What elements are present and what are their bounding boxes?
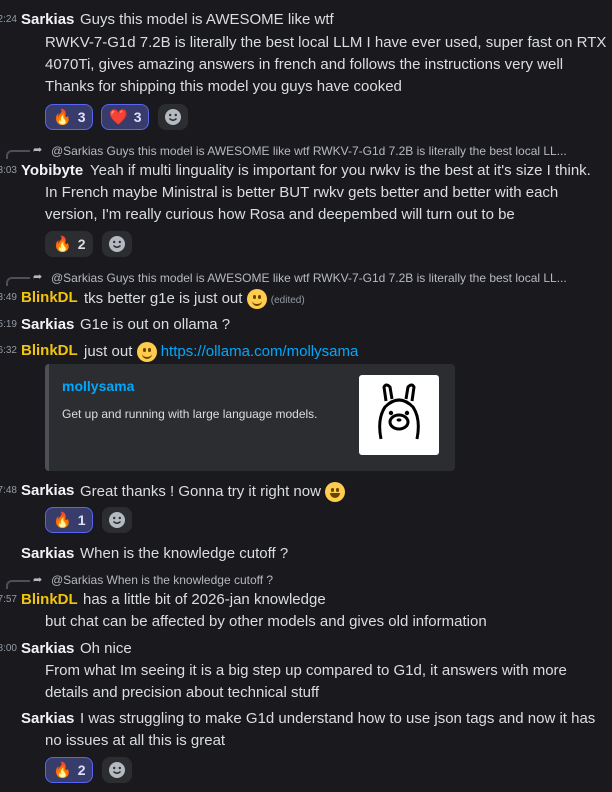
timestamp: 7:57 [0,594,17,605]
reply-spine [6,277,30,286]
reply-preview[interactable]: @Sarkias Guys this model is AWESOME like… [51,271,611,285]
message-text: version, I'm really curious how Rosa and… [45,206,515,223]
author-name[interactable]: BlinkDL [21,342,78,359]
reply-preview[interactable]: @Sarkias Guys this model is AWESOME like… [51,144,611,158]
reply-arrow-icon: ➦ [33,144,43,156]
message-text: RWKV-7-G1d 7.2B is literally the best lo… [45,34,607,51]
message-text: Thanks for shipping this model you guys … [45,78,402,95]
author-name[interactable]: Sarkias [21,545,74,562]
author-name[interactable]: Sarkias [21,316,74,333]
embed-description: Get up and running with large language m… [62,407,318,421]
reply-mention: @Sarkias [51,144,104,158]
embed-title[interactable]: mollysama [62,378,134,394]
message-text: When is the knowledge cutoff ? [80,545,289,562]
add-reaction-button[interactable] [102,507,132,533]
reaction-fire[interactable]: 🔥 1 [45,507,94,533]
edited-label: (edited) [270,294,305,306]
message-text: has a little bit of 2026-jan knowledge [83,591,326,608]
fire-emoji-icon: 🔥 [53,108,72,126]
emoji-add-icon [109,236,125,252]
message-text: but chat can be affected by other models… [45,613,487,630]
timestamp: 3:03 [0,165,17,176]
reply-snippet: Guys this model is AWESOME like wtf RWKV… [106,144,567,158]
message-text: 4070Ti, gives amazing answers in french … [45,56,564,73]
message-text: details and precision about technical st… [45,684,320,701]
message-text: From what Im seeing it is a big step up … [45,662,567,679]
reaction-count: 1 [77,512,86,528]
reaction-count: 2 [77,762,86,778]
message-text: G1e is out on ollama ? [80,316,231,333]
slightly-smiling-emoji-icon [246,289,267,309]
reply-spine [6,580,30,589]
author-name[interactable]: Sarkias [21,710,74,727]
message-text: Yeah if multi linguality is important fo… [90,162,591,179]
message-text: tks better g1e is just out [84,289,243,307]
embed-thumbnail[interactable] [359,375,439,455]
link-embed: mollysama Get up and running with large … [45,364,455,471]
author-name[interactable]: Yobibyte [21,162,83,179]
heart-emoji-icon: ❤️ [109,108,128,126]
reply-snippet: When is the knowledge cutoff ? [106,573,274,587]
add-reaction-button[interactable] [158,104,188,130]
grinning-emoji-icon [325,482,346,502]
emoji-add-icon [109,762,125,778]
message-text: Oh nice [80,640,132,657]
reaction-fire[interactable]: 🔥 3 [45,104,94,130]
reaction-count: 2 [77,236,86,252]
timestamp: 6:32 [0,345,17,356]
slightly-smiling-emoji-icon [136,342,157,362]
reply-arrow-icon: ➦ [33,271,43,283]
timestamp: 3:49 [0,292,17,303]
message-text: no issues at all this is great [45,732,226,749]
message-text: just out [84,342,133,360]
message-text: Guys this model is AWESOME like wtf [80,11,334,28]
reply-mention: @Sarkias [51,573,104,587]
author-name[interactable]: Sarkias [21,482,74,499]
message-text: I was struggling to make G1d understand … [80,710,596,727]
reaction-fire[interactable]: 🔥 2 [45,757,94,783]
fire-emoji-icon: 🔥 [53,511,72,529]
reaction-heart[interactable]: ❤️ 3 [101,104,150,130]
message-link[interactable]: https://ollama.com/mollysama [161,343,359,360]
reply-arrow-icon: ➦ [33,574,43,586]
timestamp: 8:00 [0,643,17,654]
reply-preview[interactable]: @Sarkias When is the knowledge cutoff ? [51,573,611,587]
fire-emoji-icon: 🔥 [53,235,72,253]
timestamp: 2:24 [0,14,17,25]
message-text: Great thanks ! Gonna try it right now [80,482,321,500]
reaction-count: 3 [77,109,86,125]
author-name[interactable]: BlinkDL [21,591,78,608]
emoji-add-icon [109,512,125,528]
message-body: Great thanks ! Gonna try it right now [80,482,346,502]
reaction-fire[interactable]: 🔥 2 [45,231,94,257]
author-name[interactable]: Sarkias [21,11,74,28]
author-name[interactable]: Sarkias [21,640,74,657]
reply-mention: @Sarkias [51,271,104,285]
reply-spine [6,150,30,159]
emoji-add-icon [165,109,181,125]
add-reaction-button[interactable] [102,757,132,783]
message-body: just out https://ollama.com/mollysama [84,342,358,362]
message-body: tks better g1e is just out (edited) [84,289,305,309]
llama-logo-icon [378,383,420,440]
message-text: In French maybe Ministral is better BUT … [45,184,559,201]
fire-emoji-icon: 🔥 [53,761,72,779]
author-name[interactable]: BlinkDL [21,289,78,306]
add-reaction-button[interactable] [102,231,132,257]
reaction-count: 3 [133,109,142,125]
timestamp: 5:19 [0,319,17,330]
timestamp: 7:48 [0,485,17,496]
reply-snippet: Guys this model is AWESOME like wtf RWKV… [106,271,567,285]
